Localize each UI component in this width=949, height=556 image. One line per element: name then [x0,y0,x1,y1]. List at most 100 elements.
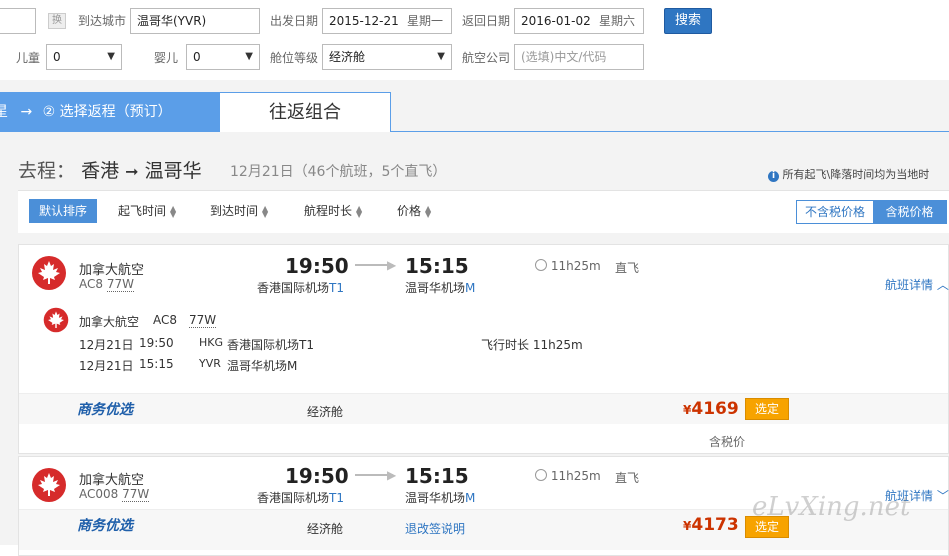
sort-arrows-icon: ▲ ▼ [356,203,363,219]
dep-airport-name: 香港国际机场 [257,281,330,295]
search-button[interactable]: 搜索 [664,8,712,34]
dep-terminal: T1 [329,281,344,295]
class-select[interactable]: 经济舱 ▼ [322,44,452,70]
tab-roundtrip-combo[interactable]: 往返组合 [219,92,391,132]
return-weekday: 星期六 [598,14,635,28]
arr-airport: 温哥华机场M [405,489,475,506]
direct-label: 直飞 [615,261,640,275]
cabin-class: 经济舱 [307,522,344,536]
sort-arrows-icon: ▲ ▼ [262,203,269,219]
flight-details-link[interactable]: 航班详情 ︿ [885,276,949,293]
tax-incl-option[interactable]: 含税价格 [873,201,946,223]
change-policy-link[interactable]: 退改签说明 [405,520,465,537]
select-fare-button[interactable]: 选定 [745,398,789,420]
info-icon: i [768,171,779,182]
infant-select[interactable]: 0 ▼ [186,44,260,70]
step2-label: ② 选择返程（预订） [42,104,172,120]
air-canada-logo-icon [32,256,66,290]
route-summary: 12月21日（46个航班，5个直飞） [230,164,447,180]
child-label: 儿童 [16,51,41,65]
swap-cities-button[interactable]: 换 [48,13,66,29]
dest-input[interactable]: 温哥华(YVR) [130,8,260,34]
details-link-text: 航班详情 [885,278,934,292]
direct-label: 直飞 [615,471,640,485]
tax-toggle: 不含税价格 含税价格 [796,200,947,224]
route-from: 香港 [81,160,120,182]
duration-value: 11h25m [550,469,601,483]
child-value: 0 [53,50,61,64]
return-date-value: 2016-01-02 [521,14,591,28]
local-time-notice: i 所有起飞\降落时间均为当地时 [768,166,929,182]
airline-name: 加拿大航空 [79,473,145,488]
route-title: 去程： 香港 ➞ 温哥华 [18,156,202,183]
infant-value: 0 [193,50,201,64]
child-select[interactable]: 0 ▼ [46,44,122,70]
flight-code: AC008 77W [79,487,150,502]
sort-arrows-icon: ▲ ▼ [170,203,177,219]
flight-arrow-head: ▶ [387,258,397,272]
detail-dep-airport: 香港国际机场T1 [227,338,314,352]
sort-depart-label: 起飞时间 [118,204,167,218]
arr-time: 15:15 [405,254,469,278]
flight-code-value: AC8 [79,277,104,291]
flight-code-value: AC008 [79,487,119,501]
sort-default[interactable]: 默认排序 [29,199,98,223]
detail-arr-iata: YVR [199,357,221,370]
dep-airport-name: 香港国际机场 [257,491,330,505]
duration-value: 11h25m [550,259,601,273]
brand-label: 商务优选 [77,518,133,534]
detail-aircraft-link[interactable]: 77W [189,313,217,328]
arr-airport-name: 温哥华机场 [405,281,466,295]
fare-price: ¥4169 [683,399,739,419]
aircraft-type-link[interactable]: 77W [106,277,134,292]
dep-terminal: T1 [329,491,344,505]
step-arrow: → [20,104,33,120]
arr-terminal: M [465,491,476,505]
detail-airline: 加拿大航空 [79,315,140,329]
step-tab-return[interactable]: 星 → ② 选择返程（预订） [0,92,220,132]
return-date-label: 返回日期 [462,14,511,28]
class-value: 经济舱 [329,50,366,64]
swap-icon: 换 [52,15,62,26]
infant-label: 婴儿 [154,51,179,65]
sort-arrows-icon: ▲ ▼ [425,203,432,219]
flight-card: 加拿大航空 AC8 77W 19:50 ▶ 15:15 香港国际机场T1 温哥华… [18,244,949,454]
return-date-input[interactable]: 2016-01-02 星期六 [514,8,644,34]
chevron-down-icon: ▼ [245,51,253,62]
class-label: 舱位等级 [270,51,319,65]
step-left-text: 星 [0,104,8,120]
dep-time: 19:50 [285,464,349,488]
sort-depart-time[interactable]: 起飞时间 ▲ ▼ [118,199,176,223]
fare-row [19,393,948,424]
chevron-up-icon: ︿ [936,278,949,292]
route-arrow-icon: ➞ [125,162,139,181]
tax-excl-option[interactable]: 不含税价格 [797,201,873,223]
sort-duration[interactable]: 航程时长 ▲ ▼ [304,199,362,223]
depart-date-input[interactable]: 2015-12-21 星期一 [322,8,452,34]
sort-price[interactable]: 价格 ▲ ▼ [397,199,431,223]
cabin-class: 经济舱 [307,405,344,419]
tax-included-note: 含税价 [709,435,746,449]
sort-duration-label: 航程时长 [304,204,353,218]
detail-flight-duration: 飞行时长 11h25m [481,338,583,352]
detail-dep-date: 12月21日 [79,338,134,352]
dep-time: 19:50 [285,254,349,278]
origin-input-edge[interactable] [0,8,36,34]
arr-airport-name: 温哥华机场 [405,491,466,505]
airline-name: 加拿大航空 [79,263,145,278]
air-canada-logo-icon [32,468,66,502]
sort-arrive-label: 到达时间 [210,204,259,218]
duration: 11h25m [535,259,601,273]
arr-time: 15:15 [405,464,469,488]
sort-arrive-time[interactable]: 到达时间 ▲ ▼ [210,199,268,223]
depart-weekday: 星期一 [406,14,443,28]
aircraft-type-link[interactable]: 77W [122,487,150,502]
arr-terminal: M [465,281,476,295]
detail-code: AC8 [153,313,178,327]
dep-airport: 香港国际机场T1 [257,279,344,296]
chevron-down-icon: ﹀ [936,489,949,503]
route-prefix: 去程： [18,160,76,182]
depart-date-label: 出发日期 [270,14,319,28]
dep-airport: 香港国际机场T1 [257,489,344,506]
airline-input[interactable]: (选填)中文/代码 [514,44,644,70]
